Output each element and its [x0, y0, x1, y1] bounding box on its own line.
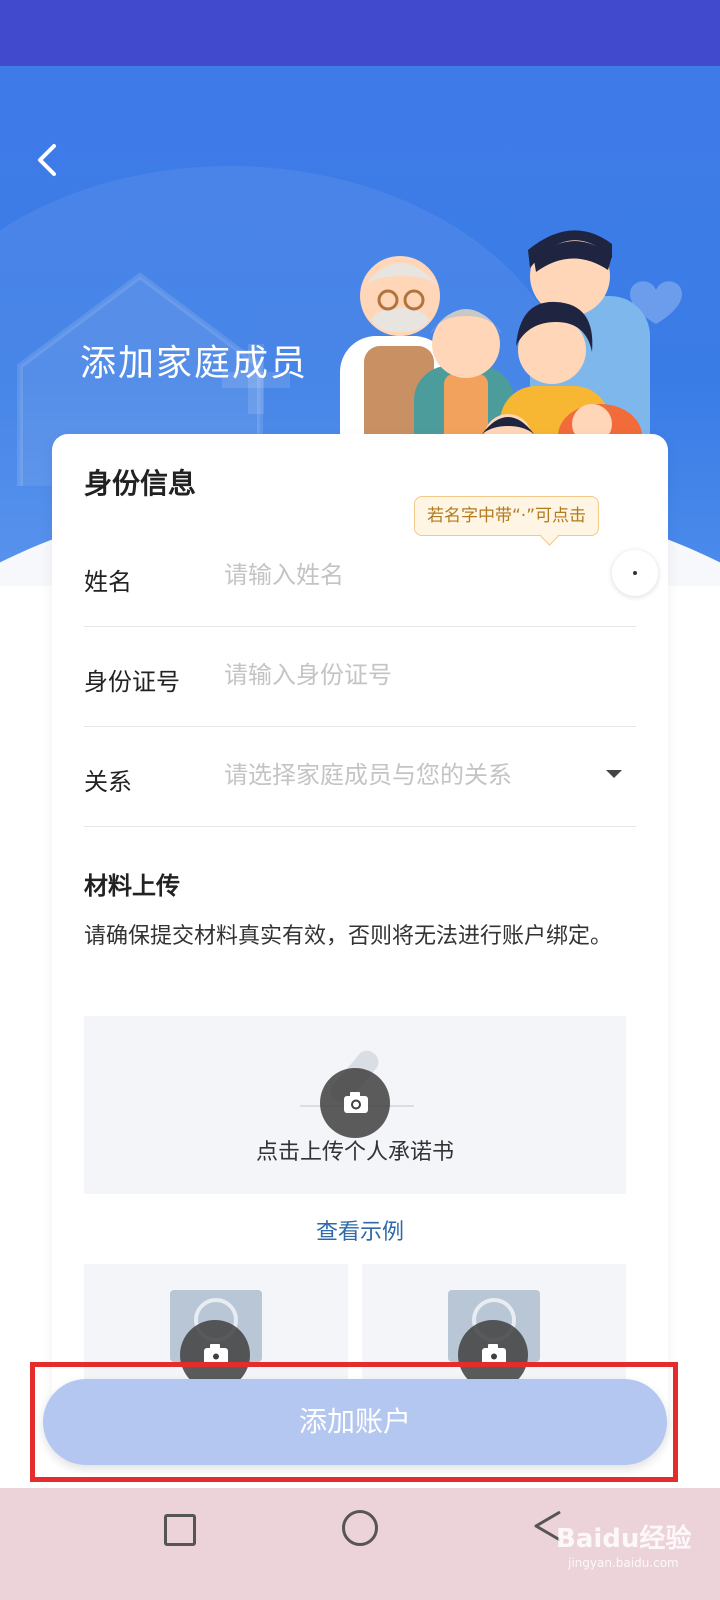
back-icon[interactable] — [28, 140, 68, 180]
relation-label: 关系 — [84, 768, 132, 796]
relation-select[interactable]: 关系 — [84, 726, 636, 827]
name-label: 姓名 — [84, 568, 132, 596]
circle-icon[interactable] — [342, 1510, 378, 1546]
materials-section-title: 材料上传 — [84, 872, 180, 900]
watermark-brand: Baidu经验 — [556, 1524, 692, 1554]
camera-icon — [320, 1068, 390, 1138]
name-input[interactable] — [224, 554, 564, 596]
add-account-button[interactable]: 添加账户 — [43, 1379, 667, 1465]
status-bar — [0, 0, 720, 66]
id-number-field-row: 身份证号 — [84, 626, 636, 727]
upload-commitment-button[interactable]: 点击上传个人承诺书 — [84, 1016, 626, 1194]
middle-dot-icon[interactable] — [612, 550, 658, 596]
identity-section-title: 身份信息 — [84, 467, 197, 500]
page-title: 添加家庭成员 — [80, 343, 309, 384]
dot-tooltip: 若名字中带“·”可点击 — [414, 496, 600, 536]
watermark-url: jingyan.baidu.com — [568, 1556, 679, 1570]
form-card: 身份信息 若名字中带“·”可点击 姓名 身份证号 关系 材料上传 请确保提交材料… — [52, 434, 668, 1434]
relation-input[interactable] — [224, 754, 564, 796]
materials-note: 请确保提交材料真实有效，否则将无法进行账户绑定。 — [84, 924, 613, 949]
upload-commitment-label: 点击上传个人承诺书 — [255, 1140, 454, 1165]
square-icon[interactable] — [164, 1514, 196, 1546]
id-number-label: 身份证号 — [84, 668, 180, 696]
name-field-row: 若名字中带“·”可点击 姓名 — [84, 496, 658, 627]
id-number-input[interactable] — [224, 654, 564, 696]
submit-highlight-box: 添加账户 — [30, 1362, 678, 1482]
caret-down-icon[interactable] — [606, 770, 622, 778]
system-nav-bar: Baidu经验 jingyan.baidu.com — [0, 1488, 720, 1600]
view-example-link[interactable]: 查看示例 — [52, 1214, 668, 1246]
